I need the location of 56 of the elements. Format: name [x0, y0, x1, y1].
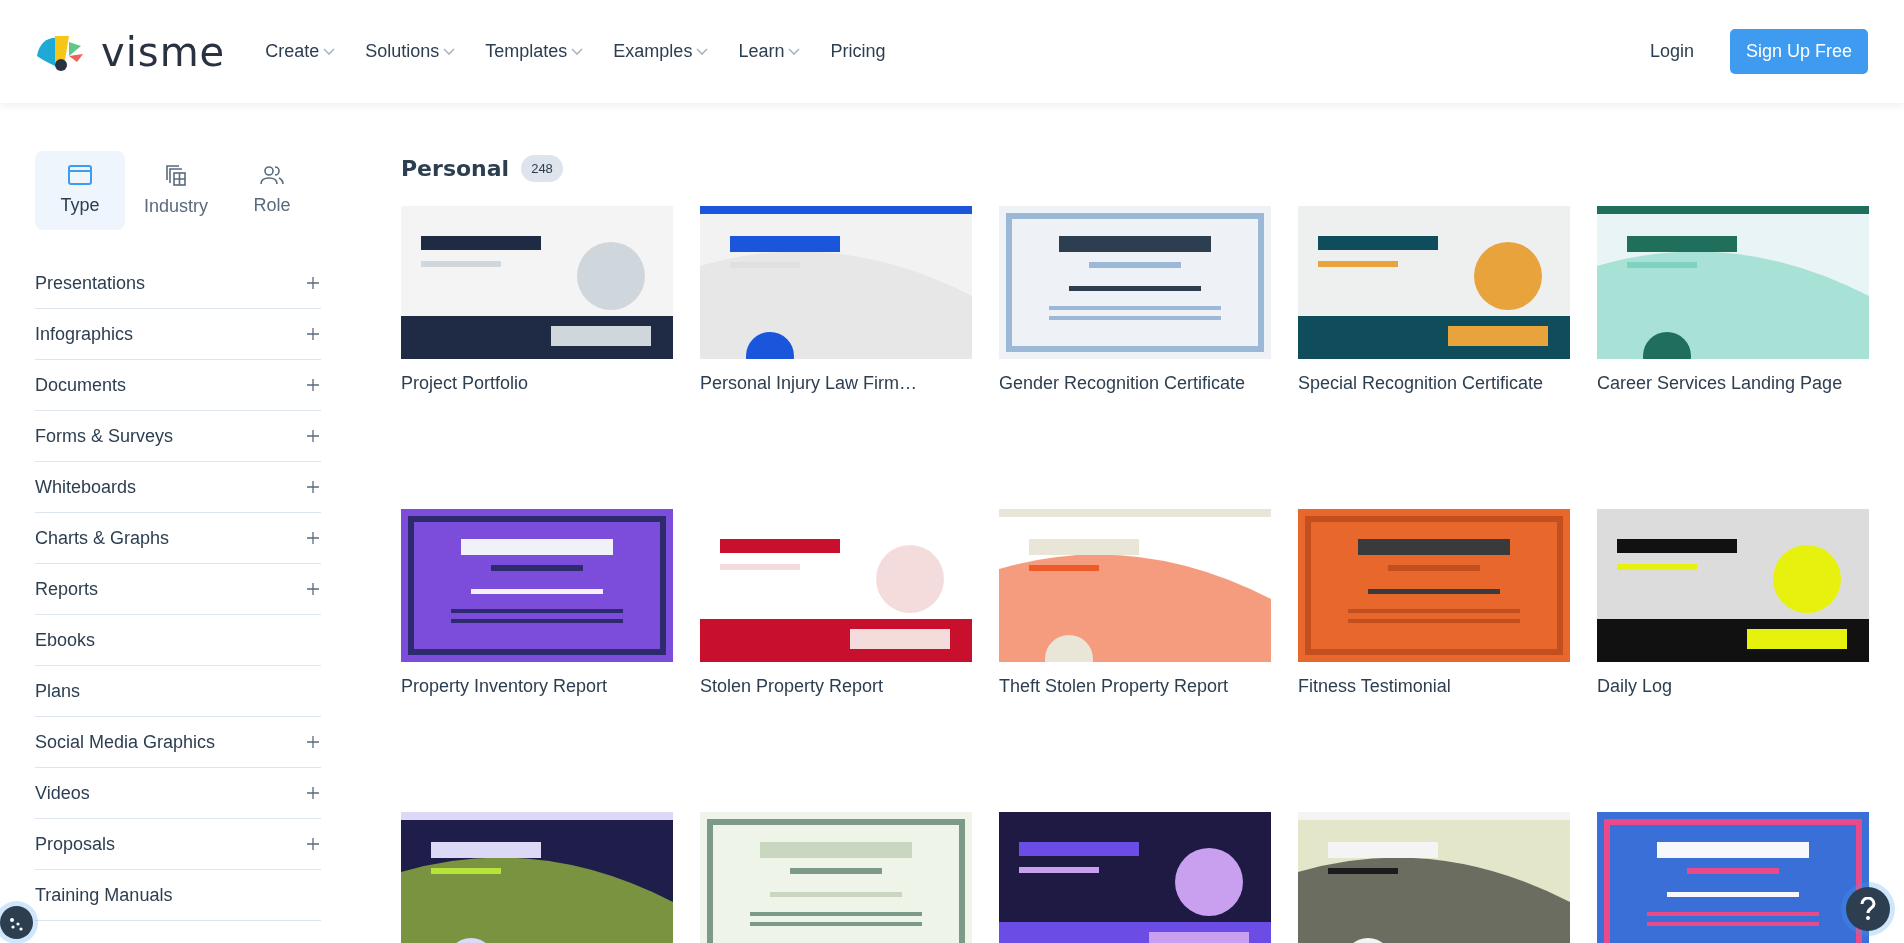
- plus-icon: [307, 430, 319, 442]
- category-item[interactable]: Proposals: [35, 819, 321, 870]
- nav-link[interactable]: Templates: [485, 41, 584, 62]
- nav-link[interactable]: Pricing: [830, 41, 886, 62]
- plus-icon: [307, 583, 319, 595]
- logo-wordmark[interactable]: visme: [101, 31, 226, 72]
- plus-icon: [307, 736, 319, 748]
- template-title[interactable]: Daily Log: [1597, 676, 1869, 697]
- filter-tab[interactable]: Industry: [131, 151, 221, 230]
- plus-icon: [307, 379, 319, 391]
- nav-link[interactable]: Examples: [613, 41, 709, 62]
- nav-link[interactable]: Solutions: [365, 41, 456, 62]
- cookie-button[interactable]: [0, 906, 33, 939]
- plus-icon: [307, 481, 319, 493]
- category-item[interactable]: Forms & Surveys: [35, 411, 321, 462]
- template-title[interactable]: Theft Stolen Property Report: [999, 676, 1271, 697]
- nav-link[interactable]: Learn: [738, 41, 801, 62]
- category-item[interactable]: Videos: [35, 768, 321, 819]
- plus-icon: [307, 532, 319, 544]
- category-item[interactable]: Documents: [35, 360, 321, 411]
- count-badge: 248: [521, 155, 563, 182]
- filter-tab[interactable]: Type: [35, 151, 125, 230]
- plus-icon: [307, 277, 319, 289]
- category-item[interactable]: Training Manuals: [35, 870, 321, 921]
- category-item[interactable]: Charts & Graphs: [35, 513, 321, 564]
- category-item[interactable]: Ebooks: [35, 615, 321, 666]
- template-title[interactable]: Property Inventory Report: [401, 676, 673, 697]
- buildings-icon: [165, 164, 187, 186]
- template-title[interactable]: Project Portfolio: [401, 373, 673, 394]
- category-item[interactable]: Plans: [35, 666, 321, 717]
- section-title: Personal: [401, 156, 510, 181]
- chevron-down-icon: [696, 47, 709, 56]
- filter-tab[interactable]: Role: [227, 151, 317, 230]
- chevron-down-icon: [443, 47, 456, 56]
- template-title[interactable]: Stolen Property Report: [700, 676, 972, 697]
- users-icon: [260, 165, 284, 185]
- template-title[interactable]: Special Recognition Certificate: [1298, 373, 1570, 394]
- category-item[interactable]: Reports: [35, 564, 321, 615]
- plus-icon: [307, 787, 319, 799]
- category-item[interactable]: Presentations: [35, 258, 321, 309]
- category-item[interactable]: Whiteboards: [35, 462, 321, 513]
- nav-link[interactable]: Create: [265, 41, 336, 62]
- chevron-down-icon: [323, 47, 336, 56]
- template-title[interactable]: Career Services Landing Page: [1597, 373, 1869, 394]
- category-item[interactable]: Infographics: [35, 309, 321, 360]
- chevron-down-icon: [788, 47, 801, 56]
- question-mark-icon: [1860, 897, 1876, 921]
- template-title[interactable]: Fitness Testimonial: [1298, 676, 1570, 697]
- category-item[interactable]: Social Media Graphics: [35, 717, 321, 768]
- template-title[interactable]: Personal Injury Law Firm…: [700, 373, 972, 394]
- chevron-down-icon: [571, 47, 584, 56]
- plus-icon: [307, 328, 319, 340]
- login-link[interactable]: Login: [1649, 41, 1694, 62]
- plus-icon: [307, 838, 319, 850]
- template-title[interactable]: Gender Recognition Certificate: [999, 373, 1271, 394]
- window-icon: [68, 165, 92, 185]
